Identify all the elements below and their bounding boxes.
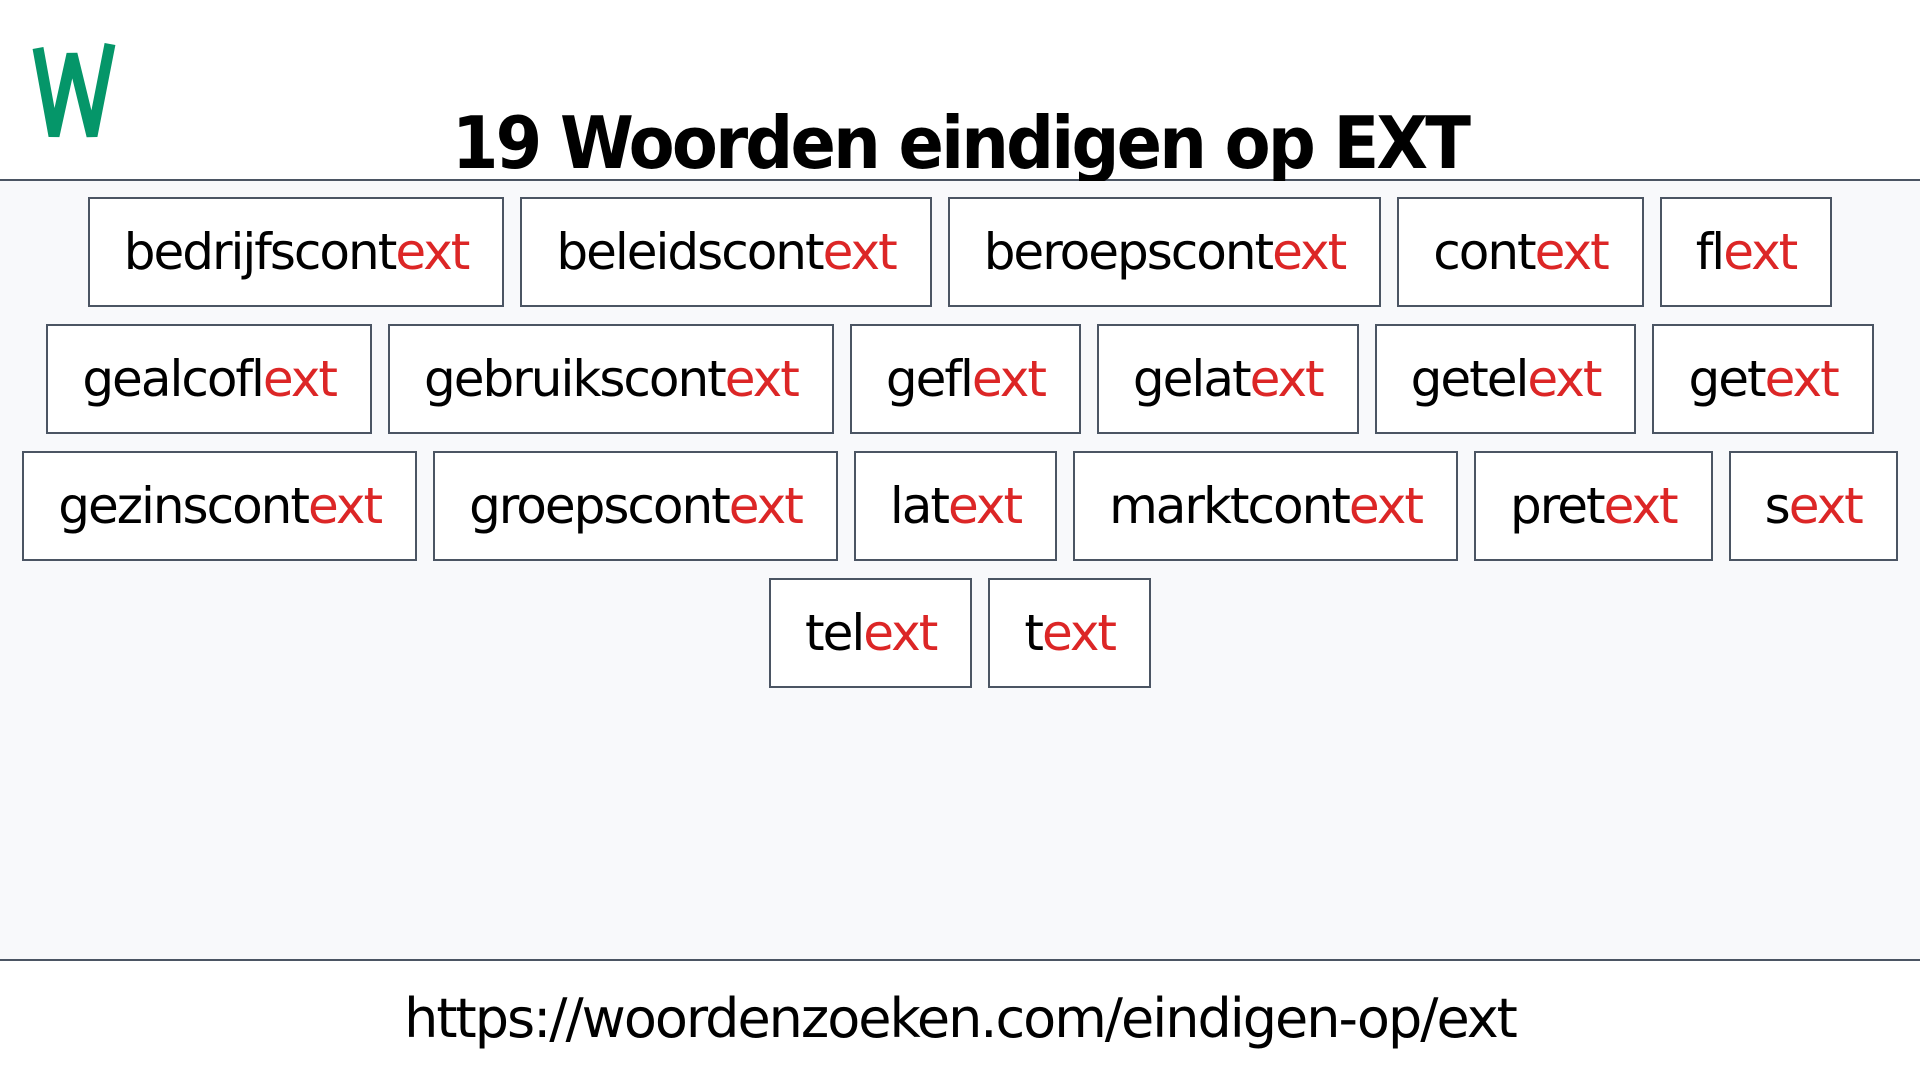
word-prefix: cont bbox=[1433, 223, 1536, 281]
word-card[interactable]: t ext bbox=[988, 578, 1152, 688]
word-card[interactable]: gefl ext bbox=[849, 324, 1081, 434]
word-card[interactable]: gealcofl ext bbox=[46, 324, 372, 434]
word-suffix: ext bbox=[307, 477, 383, 535]
page-header: 19 Woorden eindigen op EXT bbox=[0, 0, 1920, 185]
word-card[interactable]: gelat ext bbox=[1096, 324, 1359, 434]
word-card[interactable]: s ext bbox=[1728, 451, 1898, 561]
word-card[interactable]: bedrijfscont ext bbox=[87, 197, 505, 307]
word-row: bedrijfscont ext beleidscont ext beroepscont… bbox=[0, 197, 1920, 307]
word-prefix: t bbox=[1024, 604, 1044, 662]
word-row: gealcofl ext gebruikscont ext gefl ext gelat ex… bbox=[0, 324, 1920, 434]
word-suffix: ext bbox=[971, 350, 1047, 408]
word-card[interactable]: beroepscont ext bbox=[947, 197, 1382, 307]
word-suffix: ext bbox=[395, 223, 470, 281]
word-card[interactable]: gezinscont ext bbox=[22, 451, 418, 561]
word-card[interactable]: marktcont ext bbox=[1073, 451, 1458, 561]
word-prefix: tel bbox=[804, 604, 865, 662]
word-prefix: gealcofl bbox=[82, 350, 265, 408]
word-prefix: pret bbox=[1510, 477, 1606, 535]
word-suffix: ext bbox=[822, 223, 898, 281]
word-suffix: ext bbox=[1527, 350, 1602, 408]
word-prefix: lat bbox=[889, 477, 950, 535]
word-suffix: ext bbox=[728, 477, 804, 535]
word-prefix: s bbox=[1764, 477, 1791, 535]
word-suffix: ext bbox=[1764, 350, 1840, 408]
word-suffix: ext bbox=[1249, 350, 1325, 408]
word-list-area: bedrijfscont ext beleidscont ext beroepscont… bbox=[0, 181, 1920, 959]
word-suffix: ext bbox=[1272, 223, 1347, 281]
word-suffix: ext bbox=[1603, 477, 1679, 535]
word-suffix: ext bbox=[1534, 223, 1610, 281]
word-prefix: bedrijfscont bbox=[123, 223, 398, 281]
word-prefix: beleidscont bbox=[556, 223, 824, 281]
page-footer: https://woordenzoeken.com/eindigen-op/ex… bbox=[0, 959, 1920, 1080]
word-card[interactable]: getel ext bbox=[1374, 324, 1637, 434]
word-card[interactable]: beleidscont ext bbox=[520, 197, 932, 307]
word-card[interactable]: cont ext bbox=[1397, 197, 1644, 307]
word-prefix: groepscont bbox=[469, 477, 731, 535]
word-card[interactable]: get ext bbox=[1652, 324, 1874, 434]
word-prefix: get bbox=[1688, 350, 1766, 408]
word-prefix: gefl bbox=[885, 350, 974, 408]
word-row: tel ext t ext bbox=[0, 578, 1920, 688]
word-row: gezinscont ext groepscont ext lat ext marktcon… bbox=[0, 451, 1920, 561]
word-suffix: ext bbox=[1788, 477, 1864, 535]
footer-url[interactable]: https://woordenzoeken.com/eindigen-op/ex… bbox=[0, 979, 1920, 1059]
word-card[interactable]: gebruikscont ext bbox=[388, 324, 834, 434]
word-card[interactable]: groepscont ext bbox=[433, 451, 838, 561]
word-suffix: ext bbox=[262, 350, 338, 408]
word-suffix: ext bbox=[1723, 223, 1798, 281]
word-suffix: ext bbox=[724, 350, 800, 408]
word-prefix: gebruikscont bbox=[424, 350, 727, 408]
word-card[interactable]: tel ext bbox=[768, 578, 973, 688]
word-list: bedrijfscont ext beleidscont ext beroepscont… bbox=[0, 197, 1920, 705]
word-card[interactable]: lat ext bbox=[853, 451, 1058, 561]
word-prefix: beroepscont bbox=[983, 223, 1274, 281]
word-card[interactable]: pret ext bbox=[1474, 451, 1713, 561]
word-suffix: ext bbox=[948, 477, 1023, 535]
word-prefix: fl bbox=[1695, 223, 1725, 281]
word-prefix: getel bbox=[1410, 350, 1530, 408]
word-prefix: marktcont bbox=[1109, 477, 1351, 535]
word-prefix: gezinscont bbox=[58, 477, 310, 535]
word-suffix: ext bbox=[1348, 477, 1424, 535]
word-prefix: gelat bbox=[1132, 350, 1252, 408]
word-card[interactable]: fl ext bbox=[1659, 197, 1833, 307]
word-suffix: ext bbox=[1041, 604, 1117, 662]
word-suffix: ext bbox=[863, 604, 938, 662]
